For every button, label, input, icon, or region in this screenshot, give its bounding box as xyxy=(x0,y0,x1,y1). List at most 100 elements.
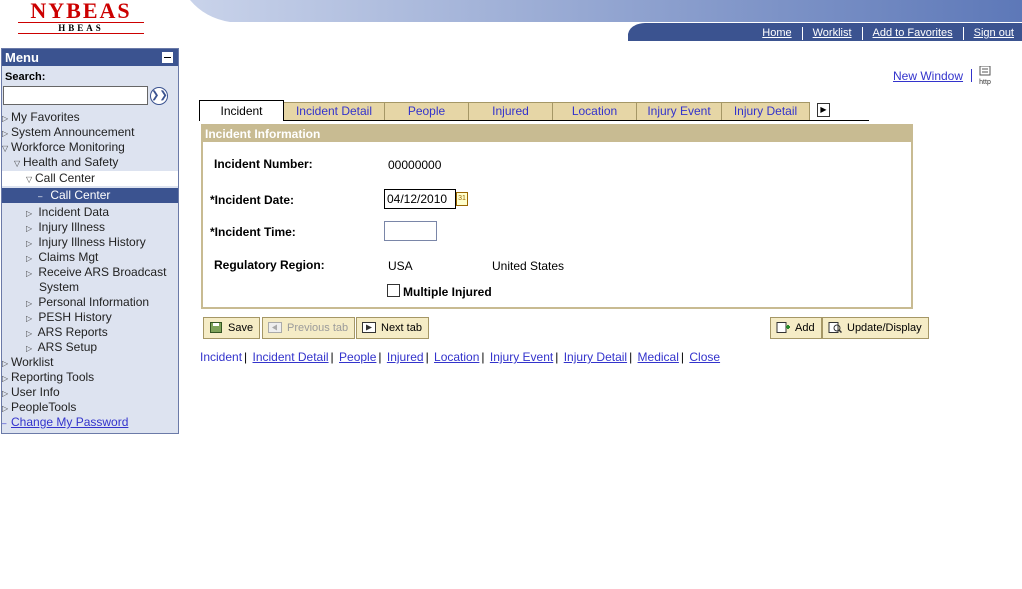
bottom-link-people[interactable]: People xyxy=(339,350,376,364)
tab-incident[interactable]: Incident xyxy=(199,100,284,121)
next-tab-button[interactable]: Next tab xyxy=(356,317,429,339)
header: NYBEAS HBEAS Home Worklist Add to Favori… xyxy=(0,0,1022,42)
pipe: | xyxy=(330,350,334,364)
dash-icon: – xyxy=(2,419,7,428)
bottom-link-location[interactable]: Location xyxy=(434,350,479,364)
new-window-link[interactable]: New Window xyxy=(893,69,963,83)
menu-search-input[interactable] xyxy=(3,86,148,105)
pipe: | xyxy=(481,350,485,364)
menu-item-receive-ars-broadcast-cont[interactable]: System xyxy=(2,280,178,295)
multiple-injured-checkbox[interactable] xyxy=(387,284,400,297)
regulatory-region-label: Regulatory Region: xyxy=(214,258,325,272)
triangle-right-icon: ▷ xyxy=(2,114,9,123)
nybeas-logo: NYBEAS HBEAS xyxy=(8,0,154,36)
incident-information-panel: Incident Information Incident Number: 00… xyxy=(201,124,913,309)
tab-injury-detail[interactable]: Injury Detail xyxy=(721,102,810,120)
menu-title: Menu xyxy=(5,50,39,65)
triangle-down-icon: ▽ xyxy=(14,159,21,168)
logo-sub-text: HBEAS xyxy=(18,22,144,34)
search-label: Search: xyxy=(5,71,46,83)
bottom-link-medical[interactable]: Medical xyxy=(638,350,679,364)
worklist-link[interactable]: Worklist xyxy=(803,27,852,41)
search-go-icon[interactable]: ❯❯ xyxy=(150,87,168,105)
pipe: | xyxy=(378,350,382,364)
triangle-right-icon: ▷ xyxy=(26,209,33,218)
tab-scroll-right-icon[interactable]: ▶ xyxy=(817,103,830,117)
help-icon[interactable]: http xyxy=(976,65,994,86)
pipe: | xyxy=(555,350,559,364)
update-display-button[interactable]: Update/Display xyxy=(822,317,929,339)
bottom-link-injury-event[interactable]: Injury Event xyxy=(490,350,553,364)
add-button[interactable]: Add xyxy=(770,317,822,339)
tab-location[interactable]: Location xyxy=(552,102,637,120)
menu-item-personal-information[interactable]: ▷ Personal Information xyxy=(2,295,178,310)
triangle-right-icon: ▷ xyxy=(2,404,9,413)
menu-item-workforce-monitoring[interactable]: ▽ Workforce Monitoring xyxy=(2,140,178,155)
incident-time-label: *Incident Time: xyxy=(210,225,296,239)
add-icon xyxy=(776,322,790,333)
save-button[interactable]: Save xyxy=(203,317,261,339)
incident-time-input[interactable] xyxy=(384,221,437,241)
tab-injury-event[interactable]: Injury Event xyxy=(636,102,722,120)
calendar-icon[interactable]: 31 xyxy=(456,192,468,206)
separator xyxy=(971,69,972,82)
menu-item-injury-illness-history[interactable]: ▷ Injury Illness History xyxy=(2,235,178,250)
incident-date-label: *Incident Date: xyxy=(210,193,295,207)
pipe: | xyxy=(680,350,685,364)
bottom-link-close[interactable]: Close xyxy=(689,350,720,364)
sign-out-link[interactable]: Sign out xyxy=(964,27,1014,41)
triangle-right-icon: ▷ xyxy=(2,129,9,138)
menu-item-receive-ars-broadcast[interactable]: ▷ Receive ARS Broadcast xyxy=(2,265,178,280)
logo-main-text: NYBEAS xyxy=(30,0,132,23)
next-tab-icon xyxy=(362,322,376,333)
triangle-right-icon: ▷ xyxy=(26,299,33,308)
triangle-right-icon: ▷ xyxy=(26,344,33,353)
menu-item-health-and-safety[interactable]: ▽ Health and Safety xyxy=(2,155,178,170)
menu-item-user-info[interactable]: ▷ User Info xyxy=(2,385,178,400)
tab-people[interactable]: People xyxy=(384,102,469,120)
menu-item-peopletools[interactable]: ▷ PeopleTools xyxy=(2,400,178,415)
pipe: | xyxy=(629,350,633,364)
tab-incident-detail[interactable]: Incident Detail xyxy=(283,102,385,120)
bottom-link-injury-detail[interactable]: Injury Detail xyxy=(564,350,627,364)
menu-item-call-center-folder[interactable]: ▽ Call Center xyxy=(2,171,178,186)
menu-item-claims-mgt[interactable]: ▷ Claims Mgt xyxy=(2,250,178,265)
menu-item-ars-reports[interactable]: ▷ ARS Reports xyxy=(2,325,178,340)
previous-tab-button[interactable]: Previous tab xyxy=(262,317,356,339)
menu-item-change-my-password[interactable]: – Change My Password xyxy=(2,415,178,430)
home-link[interactable]: Home xyxy=(752,27,791,41)
menu-item-my-favorites[interactable]: ▷ My Favorites xyxy=(2,110,178,125)
triangle-right-icon: ▷ xyxy=(2,359,9,368)
search-row: ❯❯ xyxy=(2,83,178,107)
bottom-link-injured[interactable]: Injured xyxy=(387,350,424,364)
page-tabs: Incident Incident Detail People Injured … xyxy=(199,100,869,121)
menu-item-call-center[interactable]: – Call Center xyxy=(2,188,178,203)
update-display-icon xyxy=(828,322,843,334)
menu-item-worklist[interactable]: ▷ Worklist xyxy=(2,355,178,370)
dash-icon: – xyxy=(38,192,43,201)
bottom-page-links: Incident | Incident Detail | People | Injur… xyxy=(200,350,720,364)
header-links: Home Worklist Add to Favorites Sign out xyxy=(752,27,1014,41)
collapse-icon[interactable] xyxy=(162,52,173,63)
tab-injured[interactable]: Injured xyxy=(468,102,553,120)
bottom-link-incident-detail[interactable]: Incident Detail xyxy=(253,350,329,364)
multiple-injured-label: Multiple Injured xyxy=(403,285,492,299)
triangle-right-icon: ▷ xyxy=(26,314,33,323)
menu-item-injury-illness[interactable]: ▷ Injury Illness xyxy=(2,220,178,235)
menu-item-pesh-history[interactable]: ▷ PESH History xyxy=(2,310,178,325)
add-to-favorites-link[interactable]: Add to Favorites xyxy=(863,27,953,41)
pipe: | xyxy=(425,350,429,364)
menu-item-incident-data[interactable]: ▷ Incident Data xyxy=(2,205,178,220)
triangle-right-icon: ▷ xyxy=(26,239,33,248)
menu-item-reporting-tools[interactable]: ▷ Reporting Tools xyxy=(2,370,178,385)
triangle-right-icon: ▷ xyxy=(2,389,9,398)
menu-item-ars-setup[interactable]: ▷ ARS Setup xyxy=(2,340,178,355)
incident-number-label: Incident Number: xyxy=(214,157,313,171)
pipe: | xyxy=(244,350,248,364)
regulatory-region-code: USA xyxy=(388,259,413,273)
menu-item-system-announcement[interactable]: ▷ System Announcement xyxy=(2,125,178,140)
panel-title: Incident Information xyxy=(203,126,911,142)
triangle-right-icon: ▷ xyxy=(2,374,9,383)
incident-date-input[interactable]: 04/12/2010 xyxy=(384,189,456,209)
menu-header: Menu xyxy=(2,49,178,66)
